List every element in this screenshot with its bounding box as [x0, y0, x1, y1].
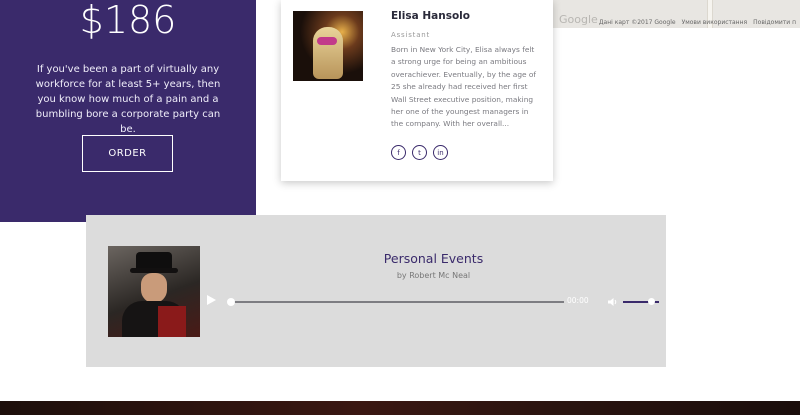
- map-footer: Дані карт ©2017 Google Умови використанн…: [553, 18, 800, 28]
- map-attribution: Дані карт ©2017 Google: [598, 19, 676, 26]
- team-member-name: Elisa Hansolo: [391, 10, 470, 22]
- progress-handle[interactable]: [227, 298, 235, 306]
- facebook-icon[interactable]: f: [391, 145, 406, 160]
- team-member-photo: [293, 11, 363, 81]
- price-value: $186: [79, 0, 177, 42]
- order-button[interactable]: ORDER: [82, 135, 173, 172]
- next-section-image: [0, 401, 800, 415]
- audio-artist: by Robert Mc Neal: [396, 271, 471, 280]
- cover-face: [141, 273, 167, 303]
- photo-hair: [313, 27, 343, 79]
- volume-icon[interactable]: [608, 297, 619, 307]
- price-description: If you've been a part of virtually any w…: [35, 64, 221, 135]
- photo-mask: [317, 37, 337, 45]
- time-display: 00:00: [567, 296, 589, 305]
- pricing-panel: $186 If you've been a part of virtually …: [0, 0, 256, 222]
- team-member-card: Elisa Hansolo Assistant Born in New York…: [281, 0, 553, 181]
- volume-handle[interactable]: [648, 298, 656, 305]
- audio-cover-image: [108, 246, 200, 337]
- team-member-bio: Born in New York City, Elisa always felt…: [391, 45, 537, 129]
- audio-player: Personal Events by Robert Mc Neal 00:00: [86, 215, 666, 367]
- social-links: f t in: [391, 145, 448, 160]
- map-embed[interactable]: Google Дані карт ©2017 Google Умови вико…: [553, 0, 800, 28]
- play-icon[interactable]: [207, 295, 216, 305]
- cover-cape: [158, 306, 186, 337]
- twitter-icon[interactable]: t: [412, 145, 427, 160]
- map-terms-link[interactable]: Умови використання: [682, 18, 748, 28]
- team-member-role: Assistant: [391, 31, 431, 39]
- progress-bar[interactable]: [231, 301, 564, 303]
- audio-title: Personal Events: [383, 251, 484, 266]
- linkedin-icon[interactable]: in: [433, 145, 448, 160]
- map-report-link[interactable]: Повідомити п: [753, 18, 796, 28]
